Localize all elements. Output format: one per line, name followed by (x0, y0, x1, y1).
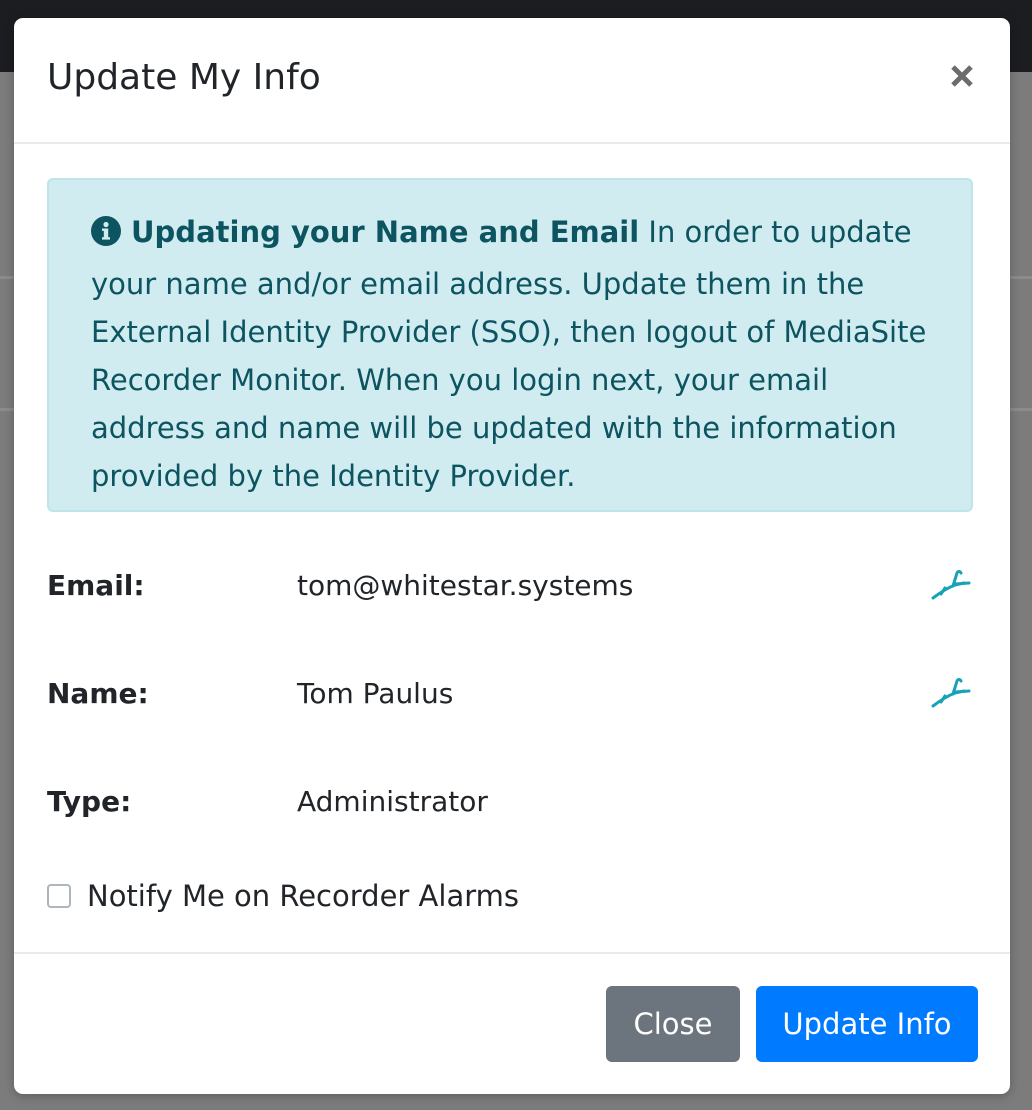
email-label: Email: (47, 569, 145, 602)
email-row: Email: tom@whitestar.systems (47, 566, 973, 606)
alert-body: In order to update your name and/or emai… (91, 215, 927, 493)
type-row: Type: Administrator (47, 782, 973, 822)
close-icon[interactable] (948, 62, 976, 90)
email-value: tom@whitestar.systems (297, 569, 634, 602)
info-circle-icon (91, 212, 121, 260)
edit-email-icon[interactable] (931, 568, 973, 604)
name-row: Name: Tom Paulus (47, 674, 973, 714)
name-label: Name: (47, 677, 149, 710)
type-label: Type: (47, 785, 132, 818)
notify-option: Notify Me on Recorder Alarms (47, 876, 519, 916)
update-info-button[interactable]: Update Info (756, 986, 978, 1062)
name-value: Tom Paulus (297, 677, 454, 710)
type-value: Administrator (297, 785, 488, 818)
close-button[interactable]: Close (606, 986, 740, 1062)
modal-title: Update My Info (47, 57, 321, 98)
modal-footer: Close Update Info (14, 952, 1010, 1096)
info-alert: Updating your Name and Email In order to… (47, 178, 973, 512)
edit-name-icon[interactable] (931, 676, 973, 712)
modal-header: Update My Info (14, 18, 1010, 144)
update-info-modal: Update My Info Updating your Name and Em… (14, 18, 1010, 1094)
notify-checkbox[interactable] (47, 884, 71, 908)
notify-label[interactable]: Notify Me on Recorder Alarms (87, 876, 519, 916)
alert-heading: Updating your Name and Email (131, 215, 640, 249)
